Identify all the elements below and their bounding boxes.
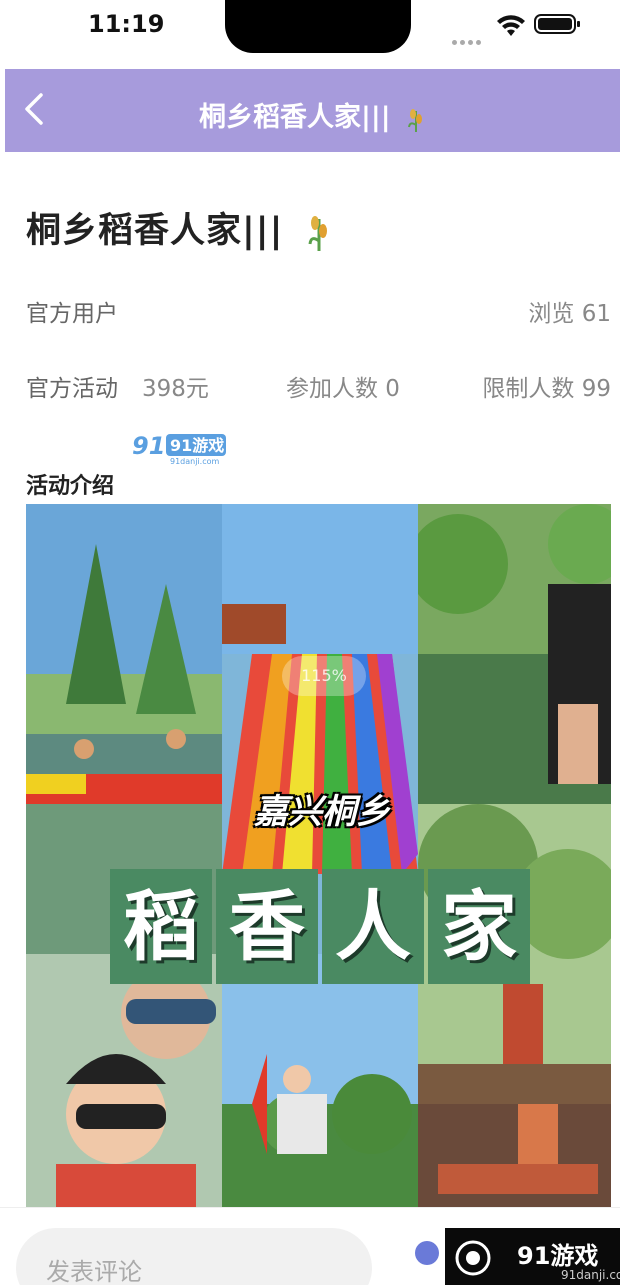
brand-sub: 91danji.com	[561, 1268, 620, 1282]
watermark-logo: 91 91游戏 91danji.com	[132, 432, 226, 466]
views-count: 浏览 61	[528, 301, 611, 327]
nav-bar: 桐乡稻香人家|||	[5, 69, 620, 152]
svg-text:91: 91	[132, 432, 165, 460]
page-title-text: 桐乡稻香人家|||	[26, 211, 284, 251]
section-title: 活动介绍	[26, 474, 115, 499]
wifi-icon	[497, 15, 525, 36]
brand-logo-icon	[455, 1240, 491, 1276]
comment-input[interactable]: 发表评论	[16, 1228, 372, 1285]
rice-emoji-icon	[308, 216, 327, 251]
activity-poster[interactable]: 115% 嘉兴桐乡 稻 香 人 家	[26, 504, 611, 1207]
page-title: 桐乡稻香人家|||	[26, 202, 331, 253]
limit-count: 限制人数 99	[482, 376, 611, 402]
poster-title-char: 香	[216, 869, 318, 984]
watermark-text: 91游戏	[170, 436, 224, 455]
publisher-label: 官方用户	[26, 301, 118, 327]
battery-icon	[534, 14, 580, 34]
rice-emoji-icon	[408, 108, 422, 132]
nav-title: 桐乡稻香人家|||	[5, 95, 620, 134]
bottom-bar: 发表评论 91游戏 91danji.com	[0, 1207, 620, 1285]
paintball-players-photo	[26, 954, 222, 1207]
poster-title: 稻 香 人 家	[110, 869, 530, 984]
poster-subtitle: 嘉兴桐乡	[254, 792, 390, 832]
bbq-photo	[418, 1104, 611, 1207]
go-kart-photo	[222, 954, 418, 1207]
poster-title-char: 人	[322, 869, 424, 984]
status-time: 11:19	[88, 10, 165, 38]
nav-title-text: 桐乡稻香人家|||	[199, 102, 391, 133]
status-bar: 11:19	[0, 0, 620, 68]
comment-placeholder: 发表评论	[46, 1258, 142, 1285]
brand-watermark: 91游戏 91danji.com	[445, 1228, 620, 1285]
poster-title-char: 稻	[110, 869, 212, 984]
poster-title-char: 家	[428, 869, 530, 984]
activity-info-row: 官方活动 398元 参加人数 0 限制人数 99	[26, 369, 611, 403]
zoom-indicator: 115%	[282, 656, 366, 696]
notch	[225, 0, 411, 53]
publisher-row: 官方用户 浏览 61	[26, 294, 611, 328]
share-icon[interactable]	[412, 1238, 442, 1268]
paintball-field-photo	[418, 504, 611, 804]
participants-count: 参加人数 0	[286, 376, 400, 402]
activity-type: 官方活动	[26, 376, 118, 402]
watermark-sub: 91danji.com	[170, 457, 220, 466]
signal-dots-icon	[452, 30, 486, 45]
price: 398元	[142, 376, 209, 402]
content: 桐乡稻香人家||| 官方用户 浏览 61 官方活动 398元 参加人数 0 限制…	[0, 152, 620, 1207]
brand-text: 91游戏	[517, 1242, 599, 1270]
